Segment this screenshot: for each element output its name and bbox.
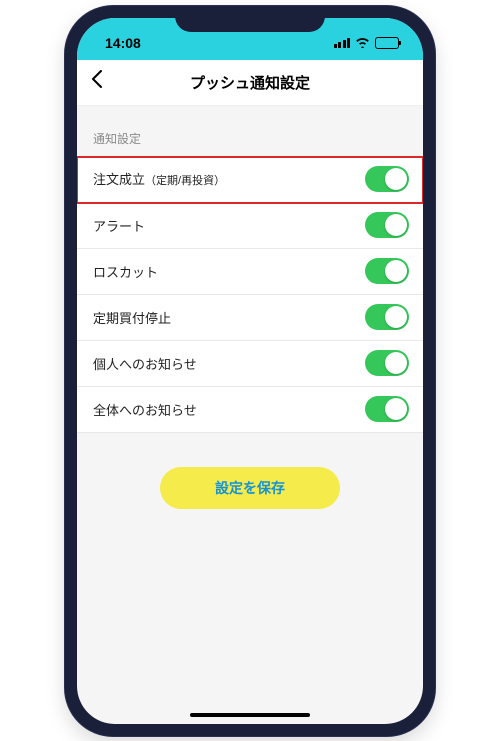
toggle-order-confirm[interactable] bbox=[365, 166, 409, 192]
status-icons bbox=[334, 29, 400, 49]
setting-row-alert: アラート bbox=[77, 203, 423, 249]
screen: 14:08 プッシュ通知設定 通知設定 bbox=[77, 18, 423, 724]
setting-row-order-confirm: 注文成立（定期/再投資） bbox=[77, 157, 423, 203]
status-time: 14:08 bbox=[105, 27, 141, 51]
section-label: 通知設定 bbox=[77, 130, 423, 157]
setting-label: 個人へのお知らせ bbox=[93, 354, 197, 373]
home-indicator[interactable] bbox=[190, 713, 310, 717]
notch bbox=[175, 6, 325, 32]
setting-row-personal-notice: 個人へのお知らせ bbox=[77, 341, 423, 387]
toggle-losscut[interactable] bbox=[365, 258, 409, 284]
wifi-icon bbox=[355, 37, 370, 48]
toggle-personal-notice[interactable] bbox=[365, 350, 409, 376]
setting-label: アラート bbox=[93, 216, 145, 235]
setting-label: ロスカット bbox=[93, 262, 158, 281]
content: 通知設定 注文成立（定期/再投資） アラート ロスカット 定期買付停止 bbox=[77, 106, 423, 509]
phone-frame: 14:08 プッシュ通知設定 通知設定 bbox=[65, 6, 435, 736]
setting-row-global-notice: 全体へのお知らせ bbox=[77, 387, 423, 433]
setting-row-periodic-stop: 定期買付停止 bbox=[77, 295, 423, 341]
back-button[interactable] bbox=[91, 70, 103, 94]
setting-label: 注文成立（定期/再投資） bbox=[93, 169, 225, 189]
save-button[interactable]: 設定を保存 bbox=[160, 467, 340, 509]
setting-row-losscut: ロスカット bbox=[77, 249, 423, 295]
setting-label: 定期買付停止 bbox=[93, 308, 171, 327]
page-title: プッシュ通知設定 bbox=[77, 72, 423, 93]
toggle-periodic-stop[interactable] bbox=[365, 304, 409, 330]
toggle-global-notice[interactable] bbox=[365, 396, 409, 422]
toggle-alert[interactable] bbox=[365, 212, 409, 238]
nav-header: プッシュ通知設定 bbox=[77, 60, 423, 106]
setting-label: 全体へのお知らせ bbox=[93, 400, 197, 419]
signal-icon bbox=[334, 38, 351, 48]
battery-icon bbox=[375, 37, 399, 49]
